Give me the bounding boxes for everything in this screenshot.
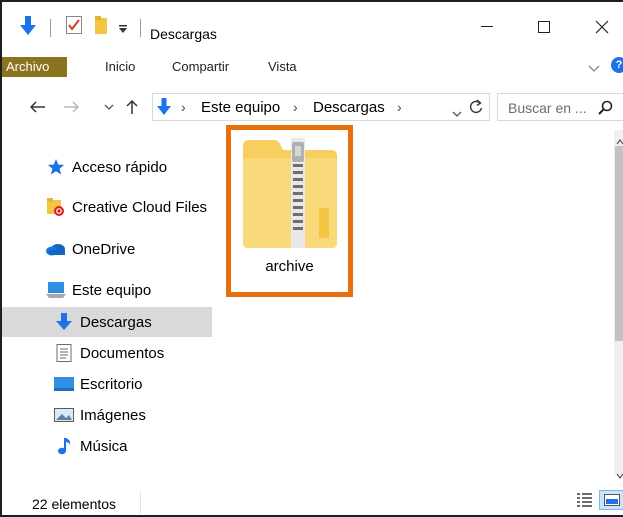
expand-ribbon-chevron-icon[interactable]: [588, 60, 600, 76]
download-arrow-icon: [54, 312, 74, 332]
address-row: › Este equipo › Descargas › Buscar en ..…: [2, 89, 623, 125]
sidebar-item-label: Acceso rápido: [72, 158, 168, 176]
new-folder-icon[interactable]: [95, 16, 109, 37]
breadcrumb-descargas[interactable]: Descargas: [313, 99, 385, 116]
maximize-button[interactable]: [529, 16, 559, 38]
creative-cloud-folder-icon: [46, 197, 66, 217]
pictures-icon: [54, 405, 74, 425]
status-bar: 22 elementos: [2, 480, 623, 515]
sidebar-item-creative-cloud-files[interactable]: Creative Cloud Files: [2, 192, 212, 222]
navigation-pane: Acceso rápido Creative Cloud Files OneDr…: [2, 130, 212, 475]
breadcrumb-este-equipo[interactable]: Este equipo: [201, 99, 280, 116]
file-list: archive: [214, 125, 614, 475]
back-arrow-icon[interactable]: [26, 95, 50, 119]
search-placeholder: Buscar en ...: [508, 100, 587, 116]
close-button[interactable]: [587, 16, 617, 38]
sidebar-item-label: Descargas: [80, 313, 152, 331]
desktop-icon: [54, 374, 74, 394]
window-title: Descargas: [150, 26, 217, 42]
item-count: 22 elementos: [32, 496, 117, 512]
music-note-icon: [54, 436, 74, 456]
breadcrumb-separator-icon[interactable]: ›: [293, 99, 298, 115]
divider: [50, 19, 51, 37]
explorer-window: Descargas Archivo Inicio Compartir Vista…: [0, 0, 623, 517]
star-icon: [46, 157, 66, 177]
help-icon[interactable]: ?: [611, 57, 623, 73]
title-bar: Descargas: [2, 2, 623, 52]
onedrive-cloud-icon: [46, 239, 66, 259]
tab-compartir[interactable]: Compartir: [172, 57, 229, 77]
sidebar-item-label: Música: [80, 437, 128, 455]
ribbon-tabs: Archivo Inicio Compartir Vista ?: [2, 52, 623, 82]
sidebar-item-label: Imágenes: [80, 406, 146, 424]
up-arrow-icon[interactable]: [120, 95, 144, 119]
file-name: archive: [265, 258, 314, 275]
sidebar-item-imagenes[interactable]: Imágenes: [2, 400, 212, 430]
computer-icon: [46, 280, 66, 300]
file-item-archive[interactable]: archive: [226, 125, 353, 297]
vertical-scrollbar[interactable]: [614, 130, 623, 479]
refresh-icon[interactable]: [469, 99, 483, 118]
divider: [140, 19, 141, 37]
zip-folder-icon: [243, 138, 337, 251]
scrollbar-thumb[interactable]: [615, 146, 623, 341]
search-box[interactable]: Buscar en ...: [497, 93, 623, 121]
tab-archivo[interactable]: Archivo: [2, 57, 67, 77]
sidebar-item-label: Creative Cloud Files: [72, 198, 208, 216]
download-arrow-icon[interactable]: [20, 16, 36, 39]
document-icon: [54, 343, 74, 363]
sidebar-item-label: OneDrive: [72, 240, 136, 258]
sidebar-item-este-equipo[interactable]: Este equipo: [2, 275, 212, 305]
breadcrumb-separator-icon[interactable]: ›: [181, 99, 186, 115]
address-bar[interactable]: › Este equipo › Descargas ›: [152, 93, 490, 121]
recent-locations-chevron-icon[interactable]: [97, 95, 121, 119]
minimize-button[interactable]: [472, 16, 502, 38]
download-arrow-icon: [157, 98, 171, 119]
details-view-icon[interactable]: [577, 492, 593, 511]
divider: [140, 492, 141, 514]
search-icon[interactable]: [598, 100, 614, 119]
address-dropdown-chevron-icon[interactable]: [452, 104, 462, 120]
sidebar-item-label: Documentos: [80, 344, 165, 362]
breadcrumb-separator-icon[interactable]: ›: [397, 99, 402, 115]
sidebar-item-label: Escritorio: [80, 375, 143, 393]
tab-vista[interactable]: Vista: [268, 57, 297, 77]
sidebar-item-acceso-rapido[interactable]: Acceso rápido: [2, 152, 212, 182]
sidebar-item-descargas[interactable]: Descargas: [2, 307, 212, 337]
forward-arrow-icon[interactable]: [59, 95, 83, 119]
sidebar-item-onedrive[interactable]: OneDrive: [2, 234, 212, 264]
large-icons-view-icon[interactable]: [599, 490, 623, 510]
properties-checkbox-icon[interactable]: [66, 16, 82, 37]
sidebar-item-label: Este equipo: [72, 281, 152, 299]
customize-toolbar-dropdown-icon[interactable]: [118, 21, 128, 37]
sidebar-item-documentos[interactable]: Documentos: [2, 338, 212, 368]
tab-inicio[interactable]: Inicio: [105, 57, 135, 77]
sidebar-item-escritorio[interactable]: Escritorio: [2, 369, 212, 399]
sidebar-item-musica[interactable]: Música: [2, 431, 212, 461]
